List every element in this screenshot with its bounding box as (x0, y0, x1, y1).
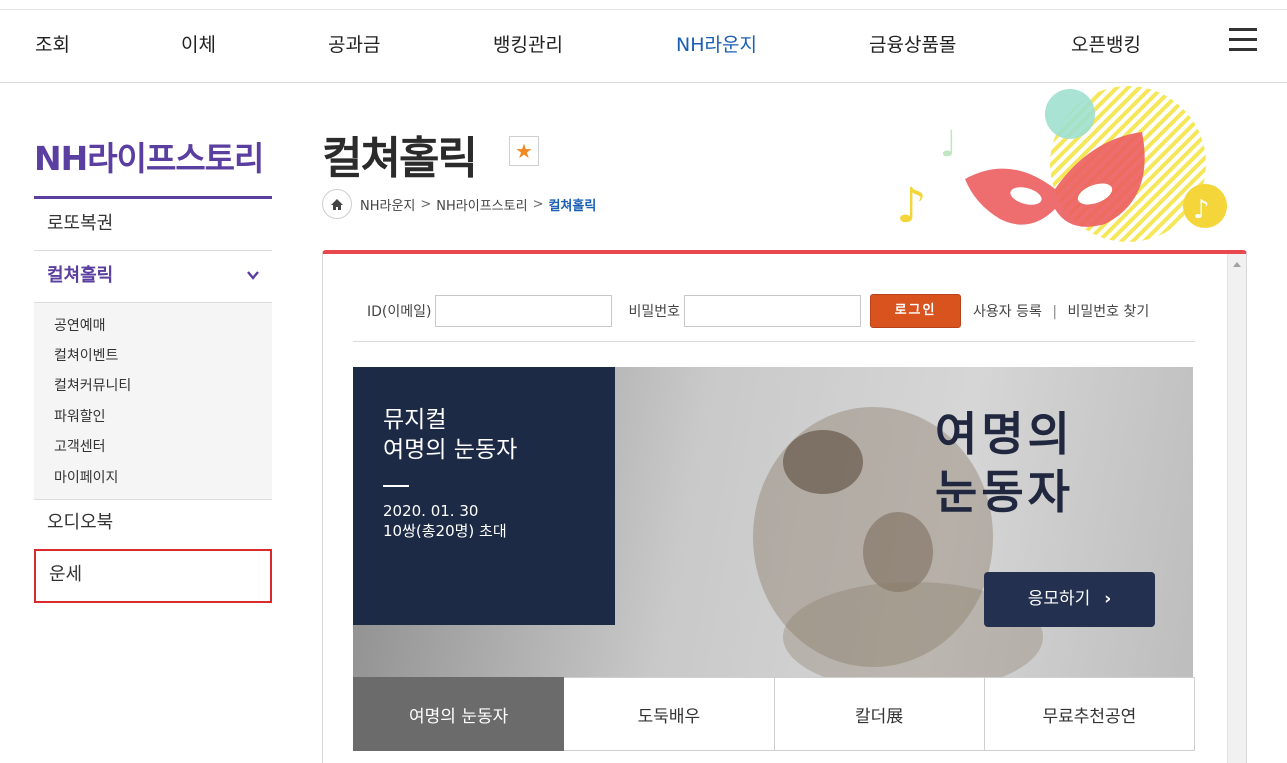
sidebar-item-lotto[interactable]: 로또복권 (34, 199, 272, 251)
id-email-input[interactable] (435, 295, 613, 327)
banner-info-panel: 뮤지컬 여명의 눈동자 2020. 01. 30 10쌍(총20명) 초대 (353, 367, 615, 625)
apply-button-label: 응모하기 (1027, 589, 1091, 609)
nav-item-open-banking[interactable]: 오픈뱅킹 (1071, 30, 1141, 57)
submenu-item-customer-center[interactable]: 고객센터 (54, 436, 106, 456)
favorite-star-icon[interactable]: ★ (509, 136, 539, 166)
apply-button[interactable]: 응모하기 › (984, 572, 1155, 627)
submenu-item-my-page[interactable]: 마이페이지 (54, 467, 118, 487)
nav-item-transfer[interactable]: 이체 (181, 30, 216, 57)
nav-item-inquiry[interactable]: 조회 (35, 30, 70, 57)
link-separator: | (1052, 304, 1058, 320)
sidebar-item-culture-holic[interactable]: 컬쳐홀릭 (34, 251, 272, 303)
svg-text:♩: ♩ (940, 124, 957, 165)
nav-item-financial-mall[interactable]: 금융상품몰 (869, 30, 956, 57)
breadcrumb-separator: > (420, 196, 432, 212)
sidebar-submenu: 공연예매 컬쳐이벤트 컬쳐커뮤니티 파워할인 고객센터 마이페이지 (34, 303, 272, 500)
culture-mask-illustration: ♪ ♩ ♪ (896, 86, 1227, 242)
breadcrumb-separator: > (532, 196, 544, 212)
tab-free-recommended[interactable]: 무료추천공연 (984, 677, 1195, 751)
nav-item-banking-management[interactable]: 뱅킹관리 (493, 30, 563, 57)
content-frame: ID(이메일) 비밀번호 로그인 사용자 등록 | 비밀번호 찾기 뮤지컬 여명… (322, 250, 1247, 763)
sidebar-item-audiobook[interactable]: 오디오북 (34, 498, 272, 550)
register-link[interactable]: 사용자 등록 (973, 304, 1042, 320)
sidebar-item-fortune[interactable]: 운세 (34, 549, 272, 603)
breadcrumb-current: 컬쳐홀릭 (548, 198, 597, 214)
chevron-right-icon: › (1104, 589, 1112, 609)
breadcrumb-item-nh-lounge[interactable]: NH라운지 (360, 195, 415, 214)
svg-text:♪: ♪ (1193, 195, 1210, 225)
event-banner[interactable]: 뮤지컬 여명의 눈동자 2020. 01. 30 10쌍(총20명) 초대 여명… (353, 367, 1193, 677)
submenu-item-culture-event[interactable]: 컬쳐이벤트 (54, 345, 118, 365)
sidebar-item-label: 컬쳐홀릭 (47, 265, 114, 286)
menu-icon[interactable] (1229, 28, 1257, 52)
submenu-item-ticketing[interactable]: 공연예매 (54, 315, 106, 335)
scroll-up-icon[interactable] (1233, 262, 1241, 267)
breadcrumb: NH라운지 > NH라이프스토리 > 컬쳐홀릭 (322, 189, 596, 219)
banner-big-title-line2: 눈동자 (935, 465, 1074, 519)
banner-tabs: 여명의 눈동자 도둑배우 칼더展 무료추천공연 (353, 677, 1195, 751)
home-icon[interactable] (322, 189, 352, 219)
submenu-item-culture-community[interactable]: 컬쳐커뮤니티 (54, 375, 131, 395)
divider (353, 341, 1195, 342)
banner-prize: 10쌍(총20명) 초대 (383, 522, 507, 540)
breadcrumb-item-nh-lifestory[interactable]: NH라이프스토리 (436, 195, 527, 214)
submenu-item-power-discount[interactable]: 파워할인 (54, 406, 106, 426)
password-input[interactable] (684, 295, 862, 327)
sidebar-title: NH라이프스토리 (34, 139, 264, 178)
id-label: ID(이메일) (367, 304, 432, 320)
banner-category: 뮤지컬 (383, 407, 447, 433)
tab-dawn-eyes[interactable]: 여명의 눈동자 (353, 677, 565, 751)
banner-event-name: 여명의 눈동자 (383, 437, 518, 463)
banner-big-title-line1: 여명의 (935, 407, 1074, 461)
svg-text:♪: ♪ (896, 178, 927, 234)
banner-date: 2020. 01. 30 (383, 502, 479, 520)
nav-item-utility-bills[interactable]: 공과금 (328, 30, 380, 57)
nav-item-nh-lounge[interactable]: NH라운지 (676, 30, 757, 57)
page-title: 컬쳐홀릭 (322, 133, 478, 184)
banner-big-title: 여명의 눈동자 (935, 405, 1074, 521)
tab-calder-exhibition[interactable]: 칼더展 (774, 677, 985, 751)
find-password-link[interactable]: 비밀번호 찾기 (1068, 304, 1150, 320)
tab-thief-actor[interactable]: 도둑배우 (564, 677, 775, 751)
login-form: ID(이메일) 비밀번호 로그인 사용자 등록 | 비밀번호 찾기 (367, 294, 1149, 328)
vertical-scrollbar[interactable] (1227, 254, 1246, 763)
top-navigation: 조회 이체 공과금 뱅킹관리 NH라운지 금융상품몰 오픈뱅킹 (0, 9, 1287, 83)
login-button[interactable]: 로그인 (870, 294, 962, 328)
password-label: 비밀번호 (628, 304, 681, 320)
banner-dash (383, 485, 409, 487)
